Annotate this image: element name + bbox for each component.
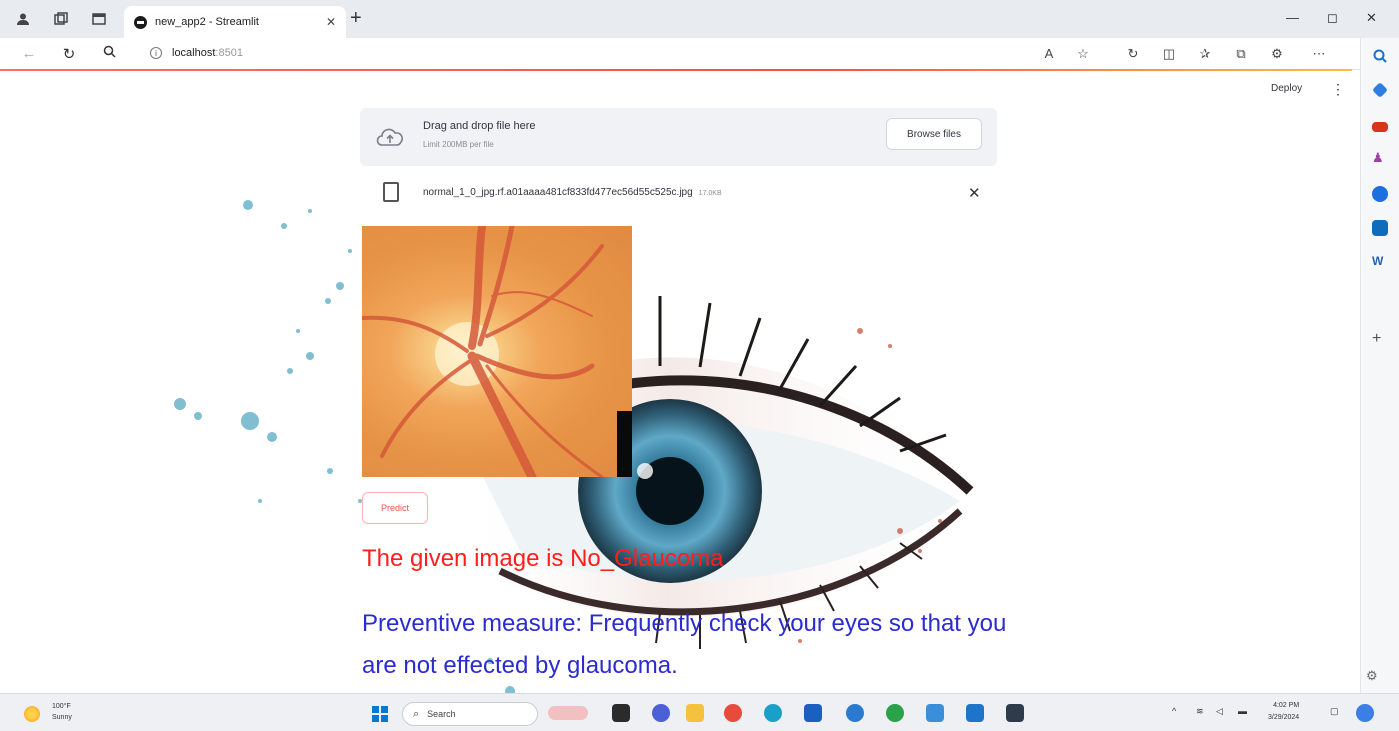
taskbar-widget-icon[interactable]: [548, 706, 588, 720]
site-info-icon[interactable]: i: [150, 47, 162, 59]
url-port: :8501: [215, 47, 243, 59]
close-window-icon[interactable]: ✕: [1366, 10, 1377, 26]
extensions-icon[interactable]: ⚙: [1268, 46, 1286, 62]
taskbar-clock[interactable]: 4:02 PM 3/29/2024: [1268, 700, 1299, 724]
volume-icon[interactable]: ◁: [1216, 706, 1223, 717]
address-bar: ← ↻ i localhost:8501 A ☆ ↻ ◫ ✰ ⧉ ⚙ ⋯: [0, 38, 1399, 71]
python-icon[interactable]: [846, 704, 864, 722]
favorite-star-icon[interactable]: ☆: [1074, 46, 1092, 62]
new-tab-icon[interactable]: +: [350, 8, 362, 28]
tab-streamlit[interactable]: new_app2 - Streamlit ✕: [124, 6, 346, 38]
start-button-icon[interactable]: [372, 706, 388, 722]
windows-taskbar: 100°F Sunny ⌕ Search ^ ≋ ◁ ▬ 4:02 PM 3/2…: [0, 693, 1399, 731]
back-icon[interactable]: ←: [20, 45, 38, 62]
taskbar-search-placeholder: Search: [427, 709, 456, 719]
browse-files-button[interactable]: Browse files: [886, 118, 982, 150]
vscode-icon[interactable]: [966, 704, 984, 722]
sidebar-word-icon[interactable]: W: [1372, 254, 1388, 270]
uploaded-fundus-image: [362, 226, 632, 477]
spotify-icon[interactable]: [886, 704, 904, 722]
prediction-result-text: The given image is No_Glaucoma: [362, 545, 724, 572]
file-icon: [383, 182, 399, 202]
tab-title: new_app2 - Streamlit: [155, 16, 259, 28]
copilot-taskbar-icon[interactable]: [1356, 704, 1374, 722]
favorites-icon[interactable]: ✰: [1196, 46, 1214, 62]
sidebar-add-icon[interactable]: +: [1372, 330, 1388, 347]
preventive-measure-text: Preventive measure: Frequently check you…: [362, 610, 1007, 679]
weather-temp: 100°F: [52, 703, 71, 710]
weather-widget[interactable]: 100°F Sunny: [52, 701, 72, 723]
sidebar-settings-icon[interactable]: ⚙: [1366, 668, 1378, 684]
notepad-icon[interactable]: [926, 704, 944, 722]
uploaded-file-row: normal_1_0_jpg.rf.a01aaaa481cf833fd477ec…: [383, 182, 983, 208]
taskbar-search-input[interactable]: ⌕ Search: [402, 702, 538, 726]
sidebar-shopping-icon[interactable]: [1372, 82, 1388, 98]
store-icon[interactable]: [804, 704, 822, 722]
teams-icon[interactable]: [652, 704, 670, 722]
refresh-icon[interactable]: ↻: [60, 45, 78, 63]
split-screen-icon[interactable]: ◫: [1160, 46, 1178, 62]
sidebar-outlook-icon[interactable]: [1372, 220, 1388, 236]
more-options-icon[interactable]: ⋯: [1310, 46, 1328, 62]
url-field[interactable]: i localhost:8501: [150, 47, 243, 59]
sidebar-search-icon[interactable]: [1372, 48, 1388, 64]
predict-button[interactable]: Predict: [362, 492, 428, 524]
tab-actions-icon[interactable]: [90, 10, 108, 28]
refresh-page-icon[interactable]: ↻: [1124, 46, 1142, 62]
streamlit-app: Deploy ⋮ Drag and drop file here Limit 2…: [0, 71, 1358, 693]
edge-sidebar: ♟ W +: [1360, 38, 1399, 693]
sidebar-tools-icon[interactable]: [1372, 122, 1388, 132]
upload-cloud-icon: [376, 128, 403, 146]
collections-icon[interactable]: ⧉: [1232, 46, 1250, 62]
browser-tab-bar: new_app2 - Streamlit ✕ + — ◻ ✕: [0, 0, 1399, 38]
remove-file-button[interactable]: ✕: [968, 184, 981, 202]
sidebar-office-icon[interactable]: [1372, 186, 1388, 202]
upload-limit-text: Limit 200MB per file: [423, 140, 494, 149]
chrome-icon[interactable]: [724, 704, 742, 722]
task-view-icon[interactable]: [612, 704, 630, 722]
deploy-button[interactable]: Deploy: [1271, 83, 1302, 94]
taskbar-search-icon: ⌕: [413, 707, 420, 720]
minimize-icon[interactable]: —: [1286, 10, 1299, 25]
profile-icon[interactable]: [14, 10, 32, 28]
uploaded-file-size: 17.0KB: [698, 190, 722, 197]
tray-chevron-icon[interactable]: ^: [1172, 706, 1176, 716]
sidebar-people-icon[interactable]: ♟: [1372, 150, 1388, 166]
uploaded-file-name: normal_1_0_jpg.rf.a01aaaa481cf833fd477ec…: [423, 187, 693, 198]
close-tab-icon[interactable]: ✕: [326, 15, 336, 29]
workspaces-icon[interactable]: [52, 10, 70, 28]
weather-desc: Sunny: [52, 714, 72, 721]
restore-icon[interactable]: ◻: [1327, 10, 1338, 26]
edge-icon[interactable]: [764, 704, 782, 722]
drag-drop-text: Drag and drop file here: [423, 120, 536, 132]
main-menu-button[interactable]: ⋮: [1331, 81, 1345, 98]
uploaded-file-info: normal_1_0_jpg.rf.a01aaaa481cf833fd477ec…: [423, 187, 722, 198]
notification-icon[interactable]: ▢: [1330, 706, 1339, 717]
read-aloud-icon[interactable]: A: [1040, 46, 1058, 61]
terminal-icon[interactable]: [1006, 704, 1024, 722]
clock-date: 3/29/2024: [1268, 714, 1300, 721]
wifi-icon[interactable]: ≋: [1196, 706, 1204, 717]
streamlit-favicon-icon: [134, 15, 147, 29]
weather-sun-icon[interactable]: [24, 706, 40, 722]
search-icon[interactable]: [100, 45, 118, 62]
clock-time: 4:02 PM: [1273, 702, 1300, 709]
url-host: localhost: [172, 47, 216, 59]
battery-icon[interactable]: ▬: [1238, 706, 1247, 716]
file-explorer-icon[interactable]: [686, 704, 704, 722]
